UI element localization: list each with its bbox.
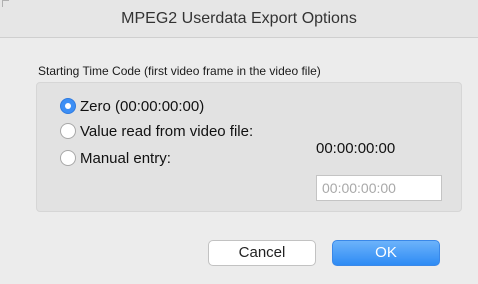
ok-button[interactable]: OK [332,240,440,266]
timecode-group-label: Starting Time Code (first video frame in… [38,64,321,78]
radio-unselected-icon[interactable] [60,123,76,139]
title-bar[interactable]: MPEG2 Userdata Export Options [0,0,478,38]
radio-label-zero[interactable]: Zero (00:00:00:00) [80,98,204,115]
radio-option-manual-entry[interactable]: Manual entry: [60,148,171,168]
radio-label-read-from-file[interactable]: Value read from video file: [80,123,253,140]
timecode-read-value: 00:00:00:00 [316,140,396,157]
radio-dot [65,103,71,109]
manual-timecode-input[interactable] [316,175,442,201]
radio-option-zero[interactable]: Zero (00:00:00:00) [60,96,204,116]
radio-selected-icon[interactable] [60,98,76,114]
export-options-dialog: MPEG2 Userdata Export Options Starting T… [0,0,478,284]
radio-option-read-from-file[interactable]: Value read from video file: [60,121,253,141]
cancel-button[interactable]: Cancel [208,240,316,266]
radio-unselected-icon[interactable] [60,150,76,166]
window-corner [2,0,9,7]
radio-label-manual-entry[interactable]: Manual entry: [80,150,171,167]
dialog-title: MPEG2 Userdata Export Options [121,10,357,27]
